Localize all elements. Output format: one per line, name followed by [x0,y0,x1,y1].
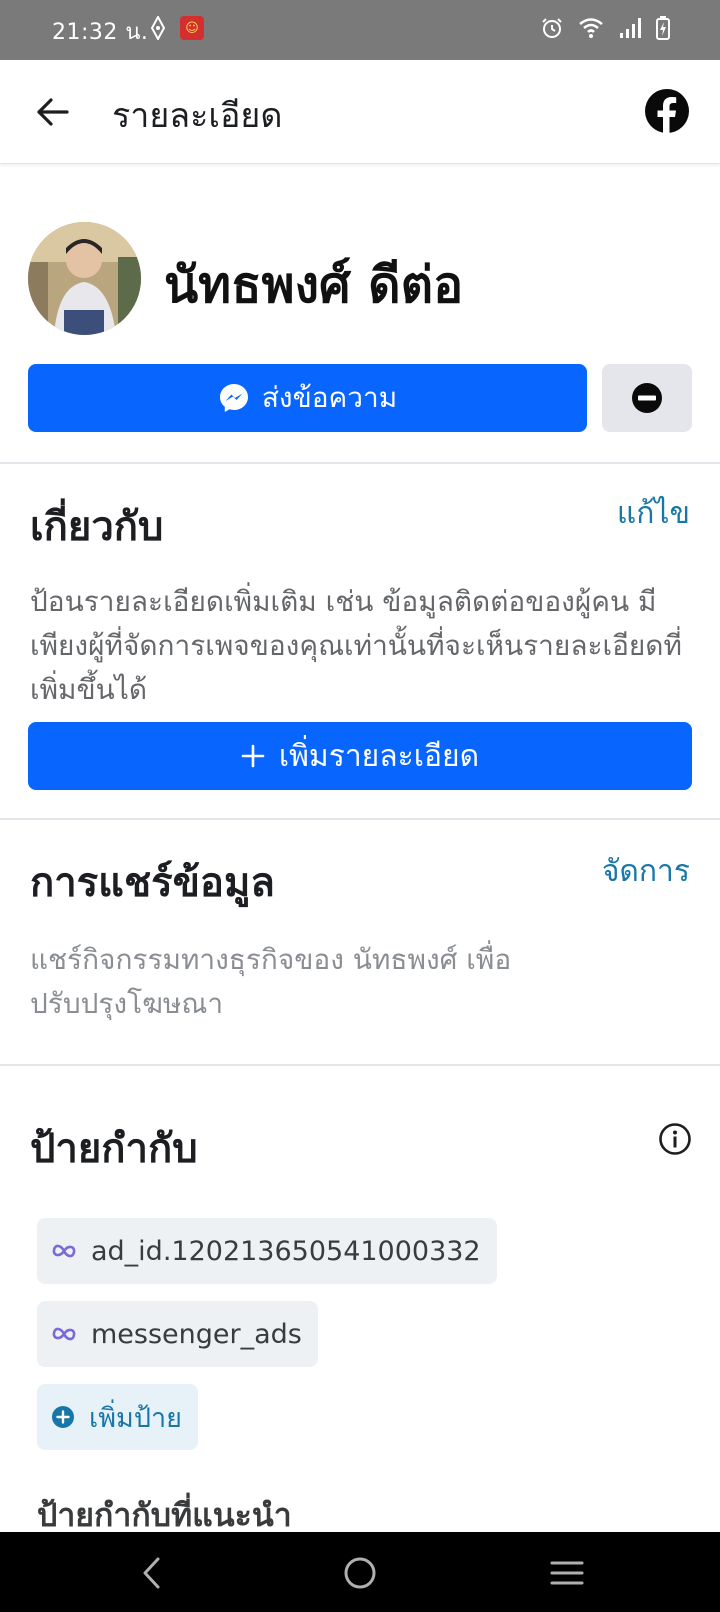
profile-header: นัทธพงศ์ ดีต่อ [28,222,692,338]
alarm-icon [542,18,562,38]
about-title: เกี่ยวกับ [30,504,164,550]
send-message-label: ส่งข้อความ [261,381,398,414]
profile-name: นัทธพงศ์ ดีต่อ [164,256,464,314]
send-message-button[interactable]: ส่งข้อความ [28,364,587,432]
add-circle-icon [52,1406,74,1428]
divider [0,1064,720,1066]
info-icon[interactable] [658,1122,692,1156]
divider [0,818,720,820]
labels-title: ป้ายกำกับ [30,1126,198,1172]
add-label-text: เพิ่มป้าย [89,1402,182,1434]
recents-nav-button[interactable] [542,1548,592,1598]
data-sharing-description: แชร์กิจกรรมทางธุรกิจของ นัทธพงศ์ เพื่อปร… [30,943,512,1020]
avatar[interactable] [28,222,141,335]
add-details-label: เพิ่มรายละเอียด [278,738,480,774]
signal-icon [620,18,641,38]
battery-charging-icon [656,16,670,40]
meta-infinity-icon [52,1244,76,1258]
back-nav-icon [143,1557,160,1589]
app-badge-icon: ☺ [180,16,204,40]
back-nav-button[interactable] [128,1548,178,1598]
back-button[interactable] [28,90,76,134]
facebook-logo[interactable] [644,88,690,134]
label-chip-text: ad_id.120213650541000332 [91,1235,481,1267]
wifi-icon [579,18,603,38]
recents-nav-icon [550,1561,584,1585]
status-time: 21:32 น. [52,20,149,45]
system-nav-bar [0,1532,720,1612]
edit-about-link[interactable]: แก้ไข [617,490,690,537]
app-bar: รายละเอียด [0,60,720,164]
block-button[interactable] [602,364,692,432]
manage-data-sharing-link[interactable]: จัดการ [602,848,690,895]
block-icon [632,383,662,413]
about-description: ป้อนรายละเอียดเพิ่มเติม เช่น ข้อมูลติดต่… [30,585,682,706]
status-bar: 21:32 น. ☺ [0,0,720,60]
nav-diamond-icon [150,16,166,40]
page-title: รายละเอียด [112,96,283,136]
label-chip[interactable]: ad_id.120213650541000332 [37,1218,497,1284]
label-chip[interactable]: messenger_ads [37,1301,318,1367]
add-label-button[interactable]: เพิ่มป้าย [37,1384,198,1450]
arrow-left-icon [37,98,69,126]
divider [0,462,720,464]
home-nav-button[interactable] [335,1548,385,1598]
plus-icon [241,744,265,768]
meta-infinity-icon [52,1327,76,1341]
messenger-icon [219,384,248,412]
add-details-button[interactable]: เพิ่มรายละเอียด [28,722,692,790]
home-nav-icon [344,1557,376,1589]
data-sharing-title: การแชร์ข้อมูล [30,860,275,906]
label-chip-text: messenger_ads [91,1318,302,1350]
